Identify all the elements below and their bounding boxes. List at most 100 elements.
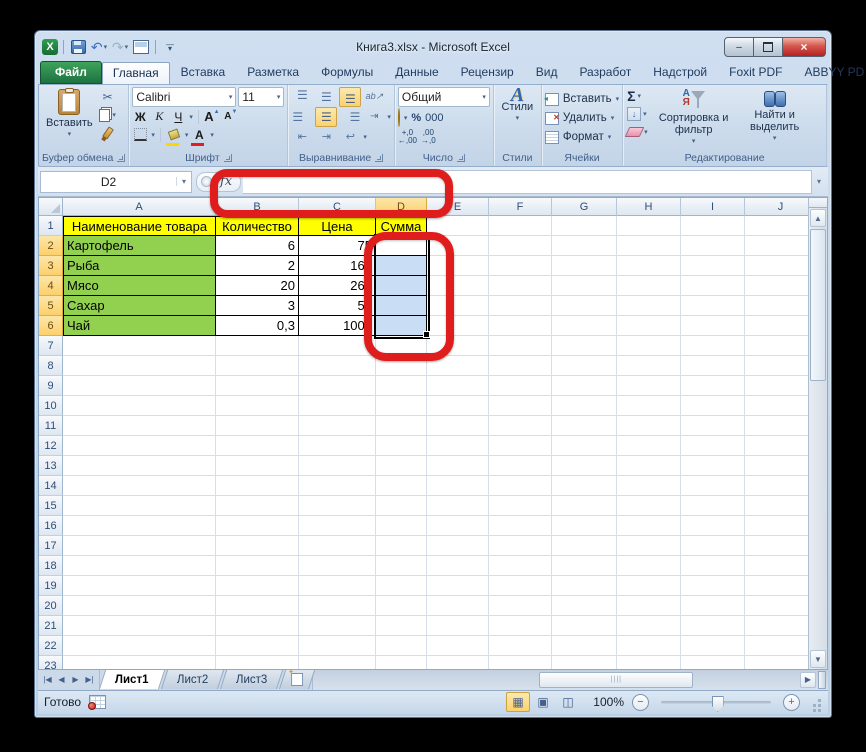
formula-options-icon[interactable] xyxy=(201,176,212,187)
column-header-F[interactable]: F xyxy=(489,198,552,216)
comma-style-button[interactable]: 000 xyxy=(425,112,443,124)
decrease-decimal-button[interactable]: ,00→,0 xyxy=(421,129,436,145)
cell-A20[interactable] xyxy=(63,596,216,616)
cell-D9[interactable] xyxy=(376,376,427,396)
cell-J3[interactable] xyxy=(745,256,808,276)
cell-H20[interactable] xyxy=(617,596,681,616)
autosum-button[interactable]: Σ▾ xyxy=(627,88,648,105)
increase-decimal-button[interactable]: +,0←,00 xyxy=(398,129,417,145)
font-color-button[interactable]: А xyxy=(191,127,207,143)
decrease-font-button[interactable]: A▼ xyxy=(223,109,239,125)
cell-H7[interactable] xyxy=(617,336,681,356)
cell-G9[interactable] xyxy=(552,376,617,396)
row-header-15[interactable]: 15 xyxy=(39,496,63,516)
cell-E18[interactable] xyxy=(427,556,489,576)
row-header-4[interactable]: 4 xyxy=(39,276,63,296)
cell-H15[interactable] xyxy=(617,496,681,516)
cell-A6[interactable]: Чай xyxy=(63,316,216,336)
cell-I23[interactable] xyxy=(681,656,745,669)
clear-button[interactable]: ▾ xyxy=(627,124,648,141)
cell-B23[interactable] xyxy=(216,656,299,669)
align-middle-button[interactable]: ☰ xyxy=(315,87,337,107)
vertical-scrollbar[interactable]: ▲ ▼ xyxy=(808,198,827,669)
cell-A4[interactable]: Мясо xyxy=(63,276,216,296)
chevron-down-icon[interactable]: ▾ xyxy=(387,113,391,121)
cell-J10[interactable] xyxy=(745,396,808,416)
tab-формулы[interactable]: Формулы xyxy=(310,61,384,84)
cell-A21[interactable] xyxy=(63,616,216,636)
zoom-slider-thumb[interactable] xyxy=(712,696,724,712)
borders-button[interactable] xyxy=(132,127,148,143)
chevron-down-icon[interactable]: ▾ xyxy=(363,133,367,141)
cell-J8[interactable] xyxy=(745,356,808,376)
cell-A19[interactable] xyxy=(63,576,216,596)
cell-G15[interactable] xyxy=(552,496,617,516)
cell-B2[interactable]: 6 xyxy=(216,236,299,256)
font-size-combo[interactable]: 11▾ xyxy=(238,87,284,107)
cell-J7[interactable] xyxy=(745,336,808,356)
cell-E16[interactable] xyxy=(427,516,489,536)
cell-H10[interactable] xyxy=(617,396,681,416)
cell-J5[interactable] xyxy=(745,296,808,316)
bold-button[interactable]: Ж xyxy=(132,109,148,125)
number-format-combo[interactable]: Общий▾ xyxy=(398,87,490,107)
cell-D20[interactable] xyxy=(376,596,427,616)
fill-color-button[interactable] xyxy=(166,127,182,143)
cell-G20[interactable] xyxy=(552,596,617,616)
horizontal-scrollbar[interactable]: |||| ▶ xyxy=(312,670,828,689)
font-name-combo[interactable]: Calibri▾ xyxy=(132,87,236,107)
cell-F7[interactable] xyxy=(489,336,552,356)
cell-J17[interactable] xyxy=(745,536,808,556)
tab-главная[interactable]: Главная xyxy=(102,62,170,84)
cell-B1[interactable]: Количество xyxy=(216,216,299,236)
cell-B11[interactable] xyxy=(216,416,299,436)
cell-C19[interactable] xyxy=(299,576,376,596)
close-button[interactable]: × xyxy=(783,37,826,57)
zoom-slider[interactable] xyxy=(661,701,771,704)
cell-E17[interactable] xyxy=(427,536,489,556)
chevron-down-icon[interactable]: ▾ xyxy=(176,177,191,186)
row-header-22[interactable]: 22 xyxy=(39,636,63,656)
cell-H19[interactable] xyxy=(617,576,681,596)
cell-D7[interactable] xyxy=(376,336,427,356)
cell-B16[interactable] xyxy=(216,516,299,536)
column-header-H[interactable]: H xyxy=(617,198,681,216)
cell-F3[interactable] xyxy=(489,256,552,276)
cell-I11[interactable] xyxy=(681,416,745,436)
cell-G10[interactable] xyxy=(552,396,617,416)
cell-B12[interactable] xyxy=(216,436,299,456)
cut-button[interactable]: ✂ xyxy=(97,89,119,106)
cell-A9[interactable] xyxy=(63,376,216,396)
tab-split-handle[interactable] xyxy=(818,671,826,689)
cell-I20[interactable] xyxy=(681,596,745,616)
cell-F12[interactable] xyxy=(489,436,552,456)
cell-I14[interactable] xyxy=(681,476,745,496)
cell-C15[interactable] xyxy=(299,496,376,516)
cell-B21[interactable] xyxy=(216,616,299,636)
cell-G18[interactable] xyxy=(552,556,617,576)
tab-abbyy pd[interactable]: ABBYY PD xyxy=(793,61,866,84)
delete-cells-button[interactable]: Удалить▾ xyxy=(545,109,614,128)
cell-E21[interactable] xyxy=(427,616,489,636)
cell-D13[interactable] xyxy=(376,456,427,476)
row-header-2[interactable]: 2 xyxy=(39,236,63,256)
column-header-D[interactable]: D xyxy=(376,198,427,216)
cell-I17[interactable] xyxy=(681,536,745,556)
cell-D11[interactable] xyxy=(376,416,427,436)
first-sheet-button[interactable]: |◀ xyxy=(41,673,54,687)
formula-input[interactable] xyxy=(243,170,812,194)
cell-G2[interactable] xyxy=(552,236,617,256)
cell-I19[interactable] xyxy=(681,576,745,596)
cell-J22[interactable] xyxy=(745,636,808,656)
normal-view-button[interactable]: ▦ xyxy=(506,692,530,712)
cell-C21[interactable] xyxy=(299,616,376,636)
cell-J13[interactable] xyxy=(745,456,808,476)
align-left-button[interactable]: ☰ xyxy=(291,107,313,127)
cell-D19[interactable] xyxy=(376,576,427,596)
macro-record-icon[interactable] xyxy=(89,695,106,709)
tab-foxit pdf[interactable]: Foxit PDF xyxy=(718,61,793,84)
cell-D14[interactable] xyxy=(376,476,427,496)
cell-A1[interactable]: Наименование товара xyxy=(63,216,216,236)
insert-sheet-button[interactable] xyxy=(279,670,315,689)
cell-I6[interactable] xyxy=(681,316,745,336)
